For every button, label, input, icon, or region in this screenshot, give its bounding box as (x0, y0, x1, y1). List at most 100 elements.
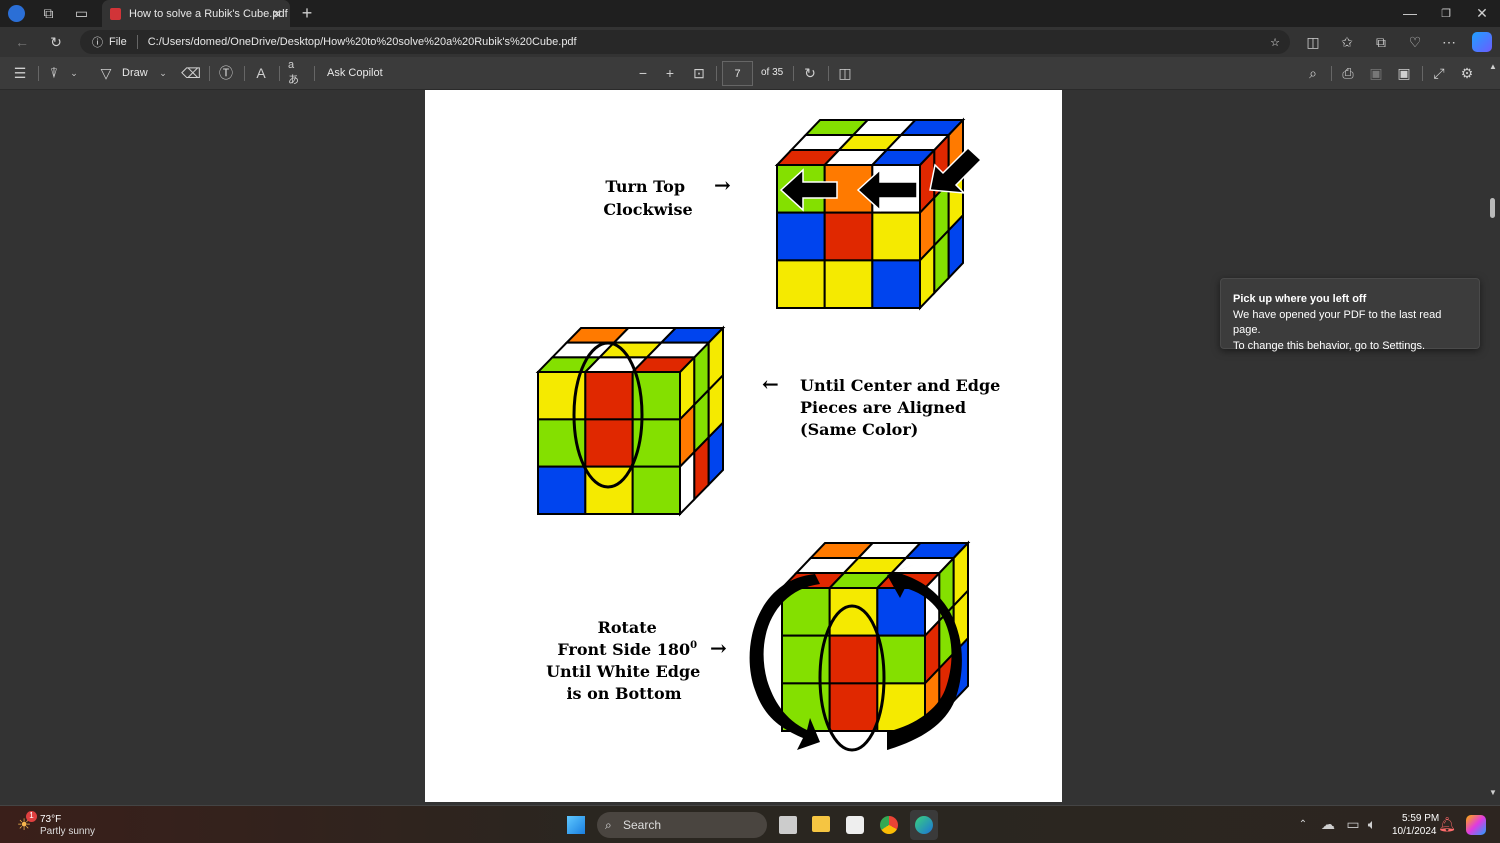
favorites-icon[interactable]: ✩ (1338, 33, 1356, 51)
rubiks-instructions-illustration: Turn Top Clockwise → ← Until Center and … (535, 117, 1006, 752)
rotate-icon[interactable]: ↻ (802, 65, 818, 81)
refresh-icon[interactable]: ↻ (47, 33, 65, 51)
cube-front-sticker (537, 465, 587, 515)
rubiks-cube (535, 325, 726, 517)
url-text[interactable]: C:/Users/domed/OneDrive/Desktop/How%20to… (148, 36, 577, 48)
browser-essentials-icon[interactable]: ♡ (1406, 33, 1424, 51)
url-scheme: File (109, 36, 127, 48)
weather-condition[interactable]: Partly sunny (40, 826, 95, 837)
split-screen-icon[interactable]: ◫ (1304, 33, 1322, 51)
zoom-out-icon[interactable]: − (635, 65, 651, 81)
network-icon[interactable]: ▭ (1345, 816, 1361, 832)
divider (1331, 66, 1332, 81)
cube-front-sticker (823, 211, 874, 262)
step2-label: Until Center and Edge Pieces are Aligned… (800, 376, 1006, 439)
arrow-right-icon: → (710, 636, 727, 660)
taskbar-search[interactable]: ⌕ Search (597, 812, 767, 838)
pdf-toolbar: ☰ ⍒ ⌄ ▽ Draw ⌄ ⌫ Ⓣ A aあ Ask Copilot − + … (0, 57, 1500, 90)
fit-page-icon[interactable]: ⊡ (691, 65, 707, 81)
resume-reading-tooltip: Pick up where you left off We have opene… (1220, 278, 1480, 352)
scrollbar-thumb[interactable] (1490, 198, 1495, 218)
print-icon[interactable]: ⎙ (1340, 65, 1356, 81)
volume-icon[interactable]: 🔈︎ (1364, 816, 1380, 832)
task-view-icon[interactable] (779, 816, 797, 834)
cube-front-sticker (631, 465, 681, 515)
contents-icon[interactable]: ☰ (12, 65, 28, 81)
divider (209, 66, 210, 81)
translate-icon[interactable]: aあ (288, 59, 304, 86)
chevron-down-icon[interactable]: ⌄ (68, 65, 80, 81)
divider (793, 66, 794, 81)
minimize-icon[interactable]: — (1402, 5, 1418, 21)
scroll-up-icon[interactable]: ▲ (1488, 61, 1498, 71)
page-number-input[interactable]: 7 (722, 61, 753, 86)
chevron-up-icon[interactable]: ⌃ (1296, 816, 1310, 832)
pdf-icon (110, 7, 121, 20)
cube-front-sticker (776, 211, 826, 262)
new-tab-icon[interactable]: + (298, 3, 316, 23)
save-as-icon[interactable]: ▣ (1396, 65, 1412, 81)
cube-front-sticker (584, 418, 634, 468)
cube-front-sticker (584, 371, 634, 421)
onedrive-icon[interactable]: ☁ (1320, 816, 1336, 832)
profile-icon[interactable] (8, 5, 25, 22)
back-icon[interactable]: ← (13, 33, 31, 51)
address-bar[interactable]: ⓘ File C:/Users/domed/OneDrive/Desktop/H… (80, 30, 1290, 54)
taskbar: ☀ 1 73°F Partly sunny ⌕ Search ⌃ ☁ ▭ 🔈︎ … (0, 805, 1500, 843)
draw-icon[interactable]: ▽ (98, 65, 114, 81)
divider (244, 66, 245, 81)
cube-front-sticker (828, 634, 879, 685)
file-explorer-icon[interactable] (812, 816, 830, 832)
search-icon[interactable]: ⌕ (1305, 65, 1321, 81)
collections-icon[interactable]: ⧉ (1372, 33, 1390, 51)
zoom-in-icon[interactable]: + (662, 65, 678, 81)
eraser-icon[interactable]: ⌫ (181, 65, 201, 81)
text-box-icon[interactable]: Ⓣ (218, 65, 234, 81)
search-icon: ⌕ (605, 817, 612, 832)
vertical-scrollbar[interactable]: ▲ ▼ (1486, 57, 1500, 803)
microsoft-store-icon[interactable] (846, 816, 864, 834)
save-icon[interactable]: ▣ (1368, 65, 1384, 81)
chrome-icon[interactable] (880, 816, 898, 834)
read-aloud-icon[interactable]: A (253, 65, 269, 81)
draw-button[interactable]: Draw (122, 67, 148, 79)
fullscreen-icon[interactable]: ⤢ (1431, 65, 1447, 81)
cube-front-sticker (871, 259, 921, 309)
rubiks-cube (774, 117, 966, 311)
page-view-icon[interactable]: ◫ (837, 65, 853, 81)
favorite-star-icon[interactable]: ☆ (1270, 36, 1280, 49)
ask-copilot-button[interactable]: Ask Copilot (327, 67, 383, 79)
close-window-icon[interactable]: ✕ (1474, 5, 1490, 21)
clock-time[interactable]: 5:59 PM (1402, 813, 1439, 824)
address-bar-row: ← ↻ ⓘ File C:/Users/domed/OneDrive/Deskt… (0, 27, 1500, 57)
tab-actions-icon[interactable]: ▭ (73, 5, 90, 22)
search-placeholder: Search (623, 818, 662, 832)
copilot-icon[interactable] (1472, 32, 1492, 52)
tooltip-title: Pick up where you left off (1233, 293, 1367, 305)
tab-active[interactable]: How to solve a Rubik's Cube.pdf ✕ (102, 0, 290, 27)
more-icon[interactable]: ⋯ (1440, 33, 1458, 51)
workspaces-icon[interactable]: ⧉ (40, 5, 57, 22)
chevron-down-icon[interactable]: ⌄ (157, 65, 169, 81)
copilot-icon[interactable] (1466, 815, 1486, 835)
pdf-page: Turn Top Clockwise → ← Until Center and … (425, 90, 1062, 802)
pdf-viewer: Turn Top Clockwise → ← Until Center and … (0, 90, 1500, 803)
start-windows-icon[interactable] (567, 816, 585, 834)
page-total: of 35 (761, 67, 784, 78)
tooltip-text: To change this behavior, go to Settings. (1233, 339, 1426, 352)
cube-front-sticker (828, 682, 879, 732)
edge-icon[interactable] (910, 810, 938, 840)
clock-date[interactable]: 10/1/2024 (1392, 826, 1437, 837)
divider (716, 66, 717, 81)
restore-icon[interactable]: ❐ (1438, 5, 1454, 21)
settings-gear-icon[interactable]: ⚙ (1459, 65, 1475, 81)
scroll-down-icon[interactable]: ▼ (1488, 787, 1498, 797)
info-icon[interactable]: ⓘ (92, 34, 103, 50)
notification-bell-icon[interactable]: 🔔︎ (1438, 816, 1456, 832)
close-tab-icon[interactable]: ✕ (272, 7, 282, 21)
step3-label: Rotate Front Side 1800 Until White Edge … (546, 618, 706, 703)
arrow-right-icon: → (714, 173, 731, 197)
highlight-icon[interactable]: ⍒ (46, 65, 62, 81)
temperature[interactable]: 73°F (40, 814, 61, 825)
divider (1422, 66, 1423, 81)
